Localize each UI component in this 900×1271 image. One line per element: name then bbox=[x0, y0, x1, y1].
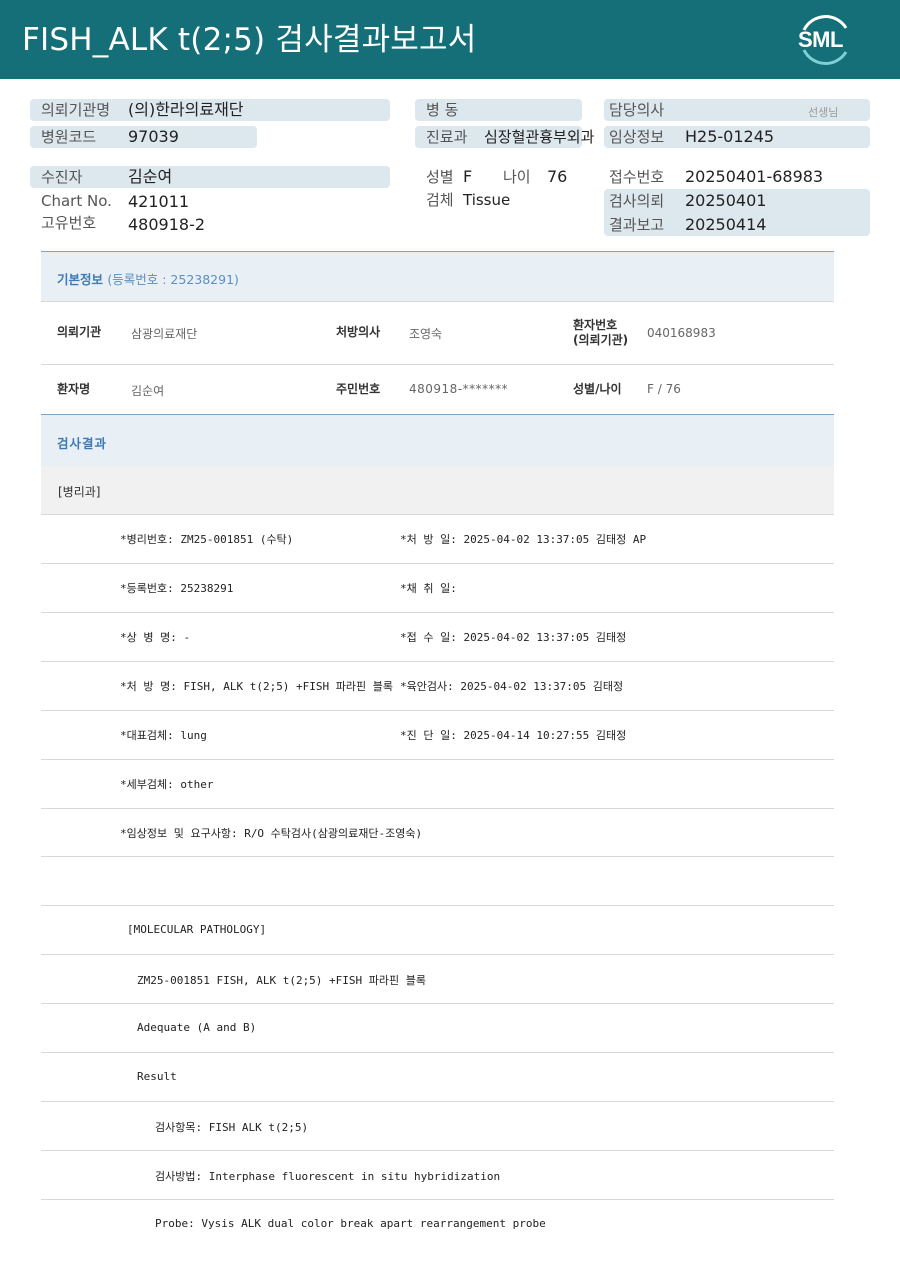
clinical-info-label: 임상정보 bbox=[609, 128, 665, 146]
divider bbox=[41, 808, 834, 809]
field-prescription-name: *처 방 명: FISH, ALK t(2;5) +FISH 파라핀 블록 bbox=[120, 680, 394, 693]
key-patient-number: 환자번호 (의뢰기관) bbox=[573, 318, 629, 347]
result-label: Result bbox=[137, 1070, 177, 1083]
test-request-label: 검사의뢰 bbox=[609, 192, 665, 210]
divider bbox=[41, 1150, 834, 1151]
divider bbox=[41, 856, 834, 857]
department-tag: [병리과] bbox=[58, 485, 101, 499]
divider bbox=[41, 954, 834, 955]
field-diagnosis-name: *상 병 명: - bbox=[120, 631, 191, 644]
specimen-label: 검체 bbox=[426, 191, 454, 209]
divider bbox=[41, 1052, 834, 1053]
test-results-header: 검사결과 bbox=[41, 414, 834, 466]
field-diagnosis-date: *진 단 일: 2025-04-14 10:27:55 김태정 bbox=[400, 729, 627, 742]
value-patient-number: 040168983 bbox=[647, 326, 716, 340]
unique-no-value: 480918-2 bbox=[128, 215, 206, 234]
examinee-label: 수진자 bbox=[41, 168, 83, 186]
key-sex-age: 성별/나이 bbox=[573, 382, 622, 396]
divider bbox=[41, 710, 834, 711]
value-institution: 삼광의료재단 bbox=[131, 327, 198, 341]
basic-info-heading: 기본정보 (등록번호 : 25238291) bbox=[57, 269, 239, 288]
probe-line: Probe: Vysis ALK dual color break apart … bbox=[155, 1217, 546, 1230]
molecular-pathology-heading: [MOLECULAR PATHOLOGY] bbox=[127, 923, 267, 936]
divider bbox=[41, 905, 834, 906]
value-prescriber: 조영숙 bbox=[409, 327, 443, 341]
basic-info-header: 기본정보 (등록번호 : 25238291) bbox=[41, 251, 834, 301]
sml-logo: SML bbox=[796, 12, 854, 66]
divider bbox=[41, 563, 834, 564]
divider bbox=[41, 364, 834, 365]
result-report-value: 20250414 bbox=[685, 215, 767, 234]
examinee-row bbox=[30, 166, 390, 188]
receipt-no-value: 20250401-68983 bbox=[685, 167, 824, 186]
field-registration-number: *등록번호: 25238291 bbox=[120, 582, 234, 595]
logo-text: SML bbox=[798, 27, 843, 52]
basic-info-registration: (등록번호 : 25238291) bbox=[107, 272, 239, 287]
divider bbox=[41, 1003, 834, 1004]
divider bbox=[41, 514, 834, 515]
field-detail-specimen: *세부검체: other bbox=[120, 778, 214, 791]
divider bbox=[41, 661, 834, 662]
divider bbox=[41, 1199, 834, 1200]
test-results-heading: 검사결과 bbox=[57, 436, 108, 451]
field-representative-specimen: *대표검체: lung bbox=[120, 729, 207, 742]
age-value: 76 bbox=[547, 167, 568, 186]
divider bbox=[41, 301, 834, 302]
field-gross-exam: *육안검사: 2025-04-02 13:37:05 김태정 bbox=[400, 680, 624, 693]
key-resident-number: 주민번호 bbox=[336, 382, 381, 396]
divider bbox=[41, 1101, 834, 1102]
examinee-value: 김순여 bbox=[128, 167, 173, 186]
doctor-suffix: 선생님 bbox=[808, 106, 839, 119]
report-header: FISH_ALK t(2;5) 검사결과보고서 SML bbox=[0, 0, 900, 79]
key-patient-name: 환자명 bbox=[57, 382, 91, 396]
institution-label: 의뢰기관명 bbox=[41, 101, 111, 119]
receipt-no-label: 접수번호 bbox=[609, 168, 665, 186]
ward-label: 병 동 bbox=[426, 101, 459, 119]
field-receipt-date: *접 수 일: 2025-04-02 13:37:05 김태정 bbox=[400, 631, 627, 644]
value-resident-number: 480918-******* bbox=[409, 382, 509, 396]
clinical-info-value: H25-01245 bbox=[685, 127, 775, 146]
adequacy-line: Adequate (A and B) bbox=[137, 1021, 257, 1034]
unique-no-label: 고유번호 bbox=[41, 214, 97, 232]
sex-label: 성별 bbox=[426, 168, 454, 186]
report-title: FISH_ALK t(2;5) 검사결과보고서 bbox=[22, 22, 477, 58]
key-prescriber: 처방의사 bbox=[336, 325, 381, 339]
field-pathology-number: *병리번호: ZM25-001851 (수탁) bbox=[120, 533, 294, 546]
chart-no-label: Chart No. bbox=[41, 192, 112, 210]
molecular-case-line: ZM25-001851 FISH, ALK t(2;5) +FISH 파라핀 블… bbox=[137, 974, 427, 987]
doctor-label: 담당의사 bbox=[609, 101, 665, 119]
value-patient-name: 김순여 bbox=[131, 384, 165, 398]
result-report-label: 결과보고 bbox=[609, 216, 665, 234]
department-row: [병리과] bbox=[41, 466, 834, 514]
test-request-value: 20250401 bbox=[685, 191, 767, 210]
field-prescription-date: *처 방 일: 2025-04-02 13:37:05 김태정 AP bbox=[400, 533, 647, 546]
value-sex-age: F / 76 bbox=[647, 382, 681, 396]
field-clinical-request: *임상정보 및 요구사항: R/O 수탁검사(삼광의료재단-조영숙) bbox=[120, 827, 423, 840]
specimen-value: Tissue bbox=[463, 191, 511, 209]
institution-value: (의)한라의료재단 bbox=[128, 100, 244, 119]
sex-value: F bbox=[463, 167, 473, 186]
test-item-line: 검사항목: FISH ALK t(2;5) bbox=[155, 1121, 309, 1134]
department-value: 심장혈관흉부외과 bbox=[484, 128, 595, 146]
chart-no-value: 421011 bbox=[128, 192, 190, 211]
field-collection-date: *채 취 일: bbox=[400, 582, 457, 595]
basic-info-title: 기본정보 bbox=[57, 272, 104, 287]
test-method-line: 검사방법: Interphase fluorescent in situ hyb… bbox=[155, 1170, 501, 1183]
divider bbox=[41, 612, 834, 613]
hospital-code-value: 97039 bbox=[128, 127, 179, 146]
key-institution: 의뢰기관 bbox=[57, 325, 102, 339]
divider bbox=[41, 759, 834, 760]
age-label: 나이 bbox=[503, 168, 531, 186]
hospital-code-label: 병원코드 bbox=[41, 128, 97, 146]
department-label: 진료과 bbox=[426, 128, 468, 146]
